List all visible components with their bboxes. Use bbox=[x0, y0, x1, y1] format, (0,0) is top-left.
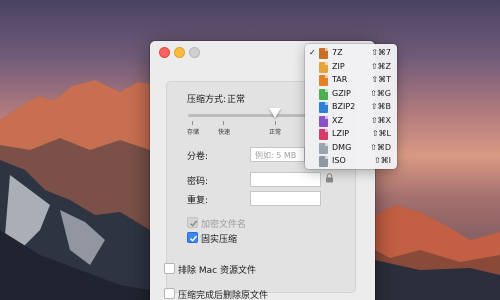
menu-item-gzip[interactable]: GZIP ⇧⌘G bbox=[305, 88, 397, 101]
menu-item-shortcut: ⇧⌘G bbox=[370, 88, 391, 98]
slider-tick-label: 正常 bbox=[269, 129, 282, 136]
slider-tick-label: 存储 bbox=[187, 129, 200, 136]
menu-item-label: DMG bbox=[332, 142, 352, 152]
slider-tick-label: 快速 bbox=[218, 129, 231, 136]
menu-item-shortcut: ⇧⌘D bbox=[370, 142, 391, 152]
menu-item-label: GZIP bbox=[332, 88, 351, 98]
menu-item-lzip[interactable]: LZIP ⇧⌘L bbox=[305, 128, 397, 141]
menu-item-label: XZ bbox=[332, 115, 343, 125]
split-volume-placeholder: 例如: 5 MB bbox=[255, 151, 297, 160]
menu-item-bzip2[interactable]: BZIP2 ⇧⌘B bbox=[305, 101, 397, 114]
menu-item-shortcut: ⇧⌘I bbox=[373, 156, 391, 165]
iso-file-icon bbox=[319, 156, 328, 167]
lock-icon bbox=[326, 173, 333, 183]
menu-item-shortcut: ⇧⌘B bbox=[370, 102, 391, 111]
menu-item-shortcut: ⇧⌘L bbox=[371, 129, 391, 138]
solid-compression-checkbox[interactable] bbox=[187, 232, 198, 243]
xz-file-icon bbox=[319, 115, 328, 127]
menu-item-dmg[interactable]: DMG ⇧⌘D bbox=[305, 142, 397, 155]
dmg-file-icon bbox=[319, 142, 328, 154]
exclude-mac-resources-label: 排除 Mac 资源文件 bbox=[178, 266, 256, 276]
checkmark-icon: ✓ bbox=[309, 48, 316, 57]
password-field[interactable] bbox=[250, 172, 321, 187]
slider-thumb[interactable] bbox=[269, 108, 281, 118]
repeat-label: 重复: bbox=[187, 196, 209, 206]
7z-file-icon bbox=[319, 48, 328, 59]
zip-file-icon bbox=[319, 61, 328, 73]
menu-item-label: ISO bbox=[332, 156, 346, 165]
menu-item-iso[interactable]: ISO ⇧⌘I bbox=[305, 155, 397, 168]
menu-item-zip[interactable]: ZIP ⇧⌘Z bbox=[305, 61, 397, 74]
menu-item-shortcut: ⇧⌘Z bbox=[370, 61, 391, 71]
slider-tick bbox=[275, 121, 276, 125]
delete-after-compress-label: 压缩完成后删除原文件 bbox=[178, 291, 269, 300]
checkmark-icon bbox=[189, 235, 198, 242]
delete-after-compress-checkbox[interactable] bbox=[164, 288, 175, 299]
encrypt-filenames-checkbox bbox=[187, 217, 198, 228]
menu-item-7z[interactable]: ✓ 7Z ⇧⌘7 bbox=[305, 47, 397, 60]
menu-item-shortcut: ⇧⌘7 bbox=[371, 48, 391, 57]
menu-item-label: LZIP bbox=[332, 129, 350, 138]
format-dropdown-menu: ✓ 7Z ⇧⌘7 ZIP ⇧⌘Z TAR ⇧⌘T GZIP ⇧⌘G BZIP2 … bbox=[305, 44, 397, 169]
password-label: 密码: bbox=[187, 177, 209, 187]
gzip-file-icon bbox=[319, 88, 328, 100]
bzip2-file-icon bbox=[319, 102, 328, 113]
menu-item-label: TAR bbox=[332, 75, 348, 84]
lzip-file-icon bbox=[319, 129, 328, 140]
menu-item-label: ZIP bbox=[332, 61, 345, 71]
menu-item-tar[interactable]: TAR ⇧⌘T bbox=[305, 74, 397, 87]
menu-item-shortcut: ⇧⌘X bbox=[370, 115, 391, 125]
encrypt-filenames-label: 加密文件名 bbox=[201, 220, 247, 230]
menu-item-label: 7Z bbox=[332, 48, 343, 57]
exclude-mac-resources-checkbox[interactable] bbox=[164, 263, 175, 274]
tar-file-icon bbox=[319, 75, 328, 86]
split-volume-field[interactable]: 例如: 5 MB bbox=[250, 147, 305, 162]
solid-compression-label: 固实压缩 bbox=[201, 235, 238, 245]
repeat-password-field[interactable] bbox=[250, 191, 321, 206]
split-label: 分卷: bbox=[187, 152, 209, 162]
menu-item-xz[interactable]: XZ ⇧⌘X bbox=[305, 115, 397, 128]
slider-tick bbox=[223, 121, 224, 125]
menu-item-shortcut: ⇧⌘T bbox=[371, 75, 391, 84]
menu-item-label: BZIP2 bbox=[332, 102, 356, 111]
slider-tick bbox=[192, 121, 193, 125]
checkmark-icon bbox=[189, 220, 198, 227]
